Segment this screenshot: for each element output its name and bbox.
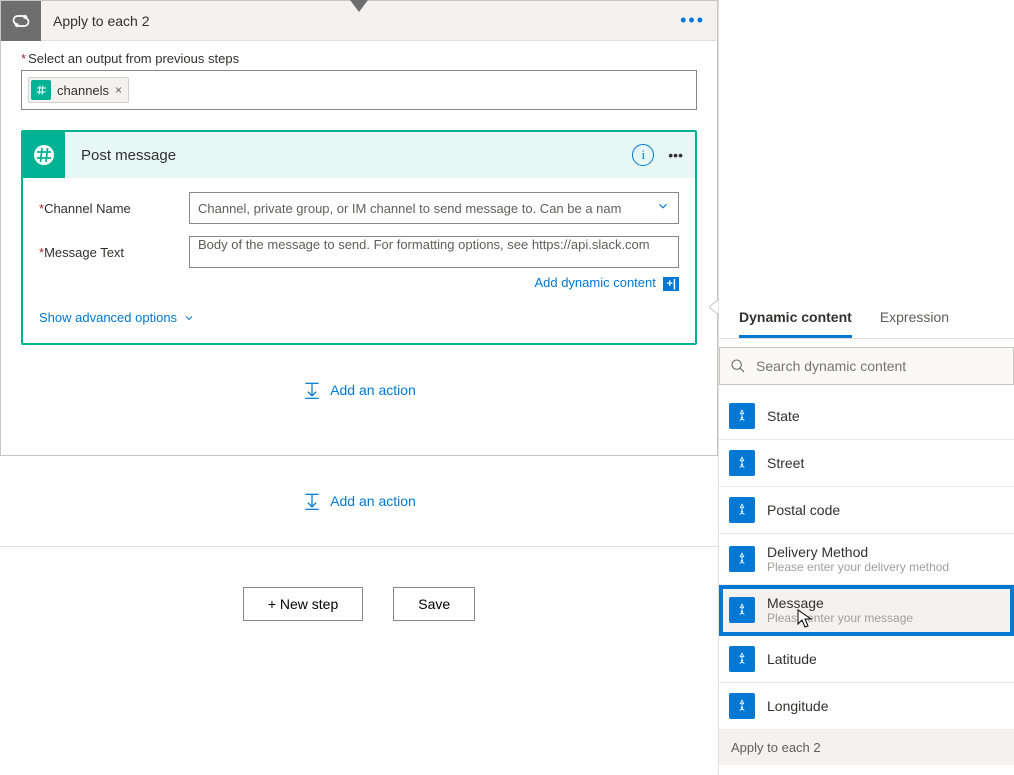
- dynamic-badge-icon: +|: [663, 277, 679, 291]
- more-icon[interactable]: •••: [680, 10, 705, 31]
- message-text-input[interactable]: Body of the message to send. For formatt…: [189, 236, 679, 268]
- apply-to-each-card: Apply to each 2 ••• *Select an output fr…: [0, 0, 718, 456]
- dc-item[interactable]: Postal code: [719, 487, 1014, 534]
- dc-item-title: Delivery Method: [767, 544, 949, 560]
- dc-item[interactable]: Latitude: [719, 636, 1014, 683]
- dc-item-title: Postal code: [767, 502, 840, 518]
- dc-search-row: [719, 347, 1014, 385]
- channel-name-select[interactable]: Channel, private group, or IM channel to…: [189, 192, 679, 224]
- dynamic-content-panel: Dynamic content Expression State Street Po…: [719, 298, 1014, 775]
- chip-remove-icon[interactable]: ×: [115, 83, 122, 97]
- show-advanced-options-link[interactable]: Show advanced options: [39, 310, 195, 325]
- loop-icon: [1, 1, 41, 41]
- hash-icon: [31, 80, 51, 100]
- dc-list: StateStreetPostal codeDelivery MethodPle…: [719, 393, 1014, 775]
- info-icon[interactable]: i: [632, 144, 654, 166]
- save-button[interactable]: Save: [393, 587, 475, 621]
- dc-item-title: Longitude: [767, 698, 829, 714]
- forms-icon: [729, 693, 755, 719]
- output-label: *Select an output from previous steps: [21, 51, 697, 66]
- forms-icon: [729, 597, 755, 623]
- forms-icon: [729, 497, 755, 523]
- dc-item-subtitle: Please enter your message: [767, 611, 913, 625]
- forms-icon: [729, 450, 755, 476]
- dc-item-subtitle: Please enter your delivery method: [767, 560, 949, 574]
- forms-icon: [729, 403, 755, 429]
- dc-item[interactable]: Longitude: [719, 683, 1014, 730]
- post-message-title: Post message: [81, 147, 632, 164]
- chevron-down-icon: [656, 199, 670, 216]
- search-icon: [730, 358, 746, 374]
- dc-item-title: State: [767, 408, 800, 424]
- forms-icon: [729, 646, 755, 672]
- chip-label: channels: [57, 83, 109, 98]
- dc-item-title: Street: [767, 455, 804, 471]
- dc-section-label: Apply to each 2: [719, 730, 1014, 765]
- dc-item[interactable]: MessagePlease enter your message: [719, 585, 1014, 636]
- apply-to-each-title: Apply to each 2: [53, 13, 680, 29]
- slack-hash-icon: [23, 132, 65, 178]
- add-action-outer-button[interactable]: Add an action: [302, 491, 416, 511]
- channels-chip[interactable]: channels ×: [28, 77, 129, 103]
- output-token-input[interactable]: channels ×: [21, 70, 697, 110]
- dc-item[interactable]: Delivery MethodPlease enter your deliver…: [719, 534, 1014, 585]
- dc-item-title: Message: [767, 595, 913, 611]
- dc-tabs: Dynamic content Expression: [719, 299, 1014, 339]
- callout-arrow-icon: [709, 299, 719, 315]
- message-text-label: *Message Text: [39, 245, 189, 260]
- forms-icon: [729, 546, 755, 572]
- dc-item[interactable]: State: [719, 393, 1014, 440]
- add-action-inner-button[interactable]: Add an action: [302, 380, 416, 400]
- dc-item[interactable]: Street: [719, 440, 1014, 487]
- tab-expression[interactable]: Expression: [880, 299, 949, 338]
- new-step-button[interactable]: + New step: [243, 587, 363, 621]
- flow-arrow-icon: [350, 0, 368, 11]
- dc-search-input[interactable]: [756, 358, 1003, 374]
- post-message-card: Post message i ••• *Channel Name Channel…: [21, 130, 697, 345]
- post-message-header[interactable]: Post message i •••: [23, 132, 695, 178]
- add-dynamic-content-link[interactable]: Add dynamic content +|: [534, 275, 679, 290]
- dc-item-title: Latitude: [767, 651, 817, 667]
- channel-name-label: *Channel Name: [39, 201, 189, 216]
- more-icon[interactable]: •••: [668, 147, 683, 163]
- tab-dynamic-content[interactable]: Dynamic content: [739, 299, 852, 338]
